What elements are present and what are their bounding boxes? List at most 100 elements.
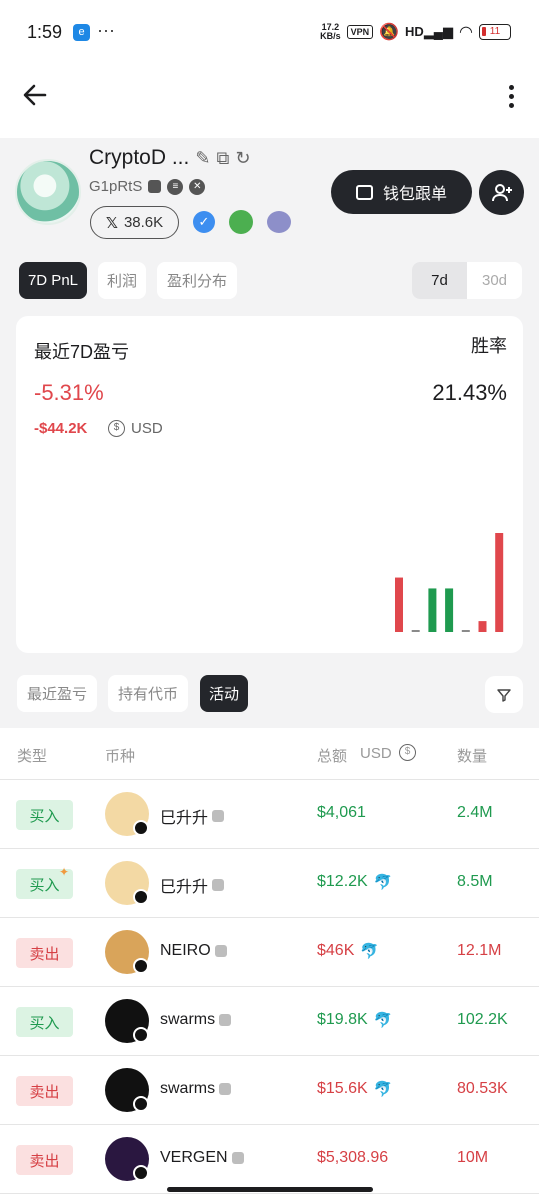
copy-icon[interactable] <box>219 1083 232 1095</box>
pnl-bar-d5 <box>461 630 470 632</box>
period-toggle: 7d 30d <box>412 262 522 299</box>
token-name-text: NEIRO <box>160 942 211 959</box>
token-name[interactable]: VERGEN <box>160 1149 244 1167</box>
solana-chain-icon <box>133 1165 149 1181</box>
token-name-text: swarms <box>160 1011 216 1028</box>
wallet-follow-button[interactable]: 钱包跟单 <box>331 170 472 214</box>
solana-icon[interactable]: ≡ <box>167 178 184 195</box>
app-notification-icon: e <box>73 24 90 41</box>
copy-icon[interactable] <box>231 1152 244 1164</box>
solana-chain-icon <box>133 958 149 974</box>
token-name[interactable]: swarms <box>160 1080 232 1098</box>
refresh-icon[interactable]: ↻ <box>235 148 250 169</box>
copy-icon[interactable] <box>212 810 225 822</box>
trade-amount-text: $5,308.96 <box>317 1149 389 1166</box>
trade-quantity: 12.1M <box>457 942 502 959</box>
profile-name: CryptoD ... ✎ ⧉ ↻ <box>89 146 250 170</box>
tab-7d-pnl[interactable]: 7D PnL <box>19 262 87 299</box>
pnl-bar-d1 <box>395 577 403 632</box>
tab-profit[interactable]: 利润 <box>98 262 146 299</box>
currency-swap-icon[interactable]: $ <box>399 744 416 761</box>
status-time: 1:59 <box>27 22 63 42</box>
trade-type-badge: 卖出 <box>16 938 73 968</box>
copy-icon[interactable] <box>219 1014 232 1026</box>
period-7d[interactable]: 7d <box>412 262 467 299</box>
currency-toggle[interactable]: $ USD <box>108 420 163 437</box>
pnl-bar-chart <box>395 533 504 632</box>
trade-amount: $4,061 <box>317 804 366 822</box>
pnl-percent: -5.31% <box>34 380 104 405</box>
subtab-recent-pnl[interactable]: 最近盈亏 <box>17 675 97 712</box>
back-arrow-icon[interactable] <box>20 80 52 112</box>
profile-name-text: CryptoD ... <box>89 146 190 169</box>
filter-icon[interactable] <box>485 676 523 713</box>
top-navigation <box>0 64 539 138</box>
dolphin-icon: 🐬 <box>373 874 393 891</box>
pnl-bar-d4 <box>445 588 454 632</box>
vpn-icon: VPN <box>346 25 374 39</box>
trade-amount: $15.6K 🐬 <box>317 1080 392 1098</box>
table-row[interactable]: 买入 巳升升 $4,061 2.4M <box>0 780 539 849</box>
pnl-bar-d2 <box>411 630 420 632</box>
copy-icon[interactable] <box>214 945 227 957</box>
copy-icon[interactable] <box>148 180 162 193</box>
trade-amount-text: $19.8K <box>317 1011 368 1028</box>
tab-profit-distribution[interactable]: 盈利分布 <box>157 262 237 299</box>
dolphin-icon: 🐬 <box>373 1012 393 1029</box>
pnl-bar-d7 <box>495 533 504 632</box>
trade-type-badge: 买入 <box>16 800 73 830</box>
token-name[interactable]: NEIRO <box>160 942 227 960</box>
wallet-follow-label: 钱包跟单 <box>382 186 447 203</box>
currency-label: USD <box>131 420 163 437</box>
copy-icon[interactable] <box>212 879 225 891</box>
trade-type-badge: 卖出 <box>16 1076 73 1106</box>
trade-amount: $19.8K 🐬 <box>317 1011 392 1029</box>
currency-swap-icon: $ <box>108 420 125 437</box>
dolphin-icon: 🐬 <box>360 943 380 960</box>
pnl-card: 最近7D盈亏 胜率 -5.31% 21.43% -$44.2K $ USD <box>16 316 523 653</box>
add-user-icon[interactable] <box>479 170 524 215</box>
trade-quantity: 80.53K <box>457 1080 508 1097</box>
trade-amount: $5,308.96 <box>317 1149 388 1167</box>
edit-icon[interactable]: ✎ <box>195 148 210 169</box>
subtab-holdings[interactable]: 持有代币 <box>108 675 188 712</box>
token-name-text: 巳升升 <box>160 879 209 896</box>
x-icon[interactable]: ✕ <box>189 178 206 195</box>
header-usd[interactable]: USD <box>360 745 392 762</box>
more-options-icon[interactable] <box>505 80 517 112</box>
signal-icon: HD▂▄▆ <box>405 24 454 39</box>
home-indicator <box>167 1187 373 1192</box>
token-name[interactable]: 巳升升 <box>160 804 225 828</box>
x-followers-pill[interactable]: 𝕏 38.6K <box>90 206 179 239</box>
trade-type-badge: 买入 <box>16 1007 73 1037</box>
trade-amount-text: $4,061 <box>317 804 366 821</box>
trade-amount-text: $46K <box>317 942 355 959</box>
verified-icon: ✓ <box>193 211 215 233</box>
table-row[interactable]: 卖出 VERGEN $5,308.96 10M <box>0 1125 539 1194</box>
more-notifications-icon: ··· <box>97 20 115 40</box>
dolphin-icon: 🐬 <box>373 1081 393 1098</box>
pnl-title: 最近7D盈亏 <box>34 342 130 362</box>
table-row[interactable]: 买入 ✦ 巳升升 $12.2K 🐬 8.5M <box>0 849 539 918</box>
trade-amount-text: $15.6K <box>317 1080 368 1097</box>
table-header: 类型 币种 总额 USD $ 数量 <box>0 728 539 780</box>
win-rate-label: 胜率 <box>471 336 507 356</box>
period-30d[interactable]: 30d <box>467 262 522 299</box>
external-link-icon[interactable]: ⧉ <box>216 148 229 169</box>
x-logo-icon: 𝕏 <box>105 214 118 232</box>
trade-amount-text: $12.2K <box>317 873 368 890</box>
solana-chain-icon <box>133 820 149 836</box>
token-name[interactable]: 巳升升 <box>160 873 225 897</box>
table-row[interactable]: 卖出 swarms $15.6K 🐬 80.53K <box>0 1056 539 1125</box>
table-row[interactable]: 卖出 NEIRO $46K 🐬 12.1M <box>0 918 539 987</box>
status-bar: 1:59 e ··· 17.2 KB/s VPN 🔕 HD▂▄▆ ◠ 11 <box>0 0 539 64</box>
pnl-bar-d6 <box>478 621 487 632</box>
header-type: 类型 <box>17 748 48 765</box>
header-token: 币种 <box>105 748 136 765</box>
badges: ✓ <box>193 210 291 234</box>
wallet-address: G1pRtS ≡ ✕ <box>89 178 206 195</box>
new-sparkle-icon: ✦ <box>59 865 70 879</box>
subtab-activity[interactable]: 活动 <box>200 675 248 712</box>
table-row[interactable]: 买入 swarms $19.8K 🐬 102.2K <box>0 987 539 1056</box>
token-name[interactable]: swarms <box>160 1011 232 1029</box>
